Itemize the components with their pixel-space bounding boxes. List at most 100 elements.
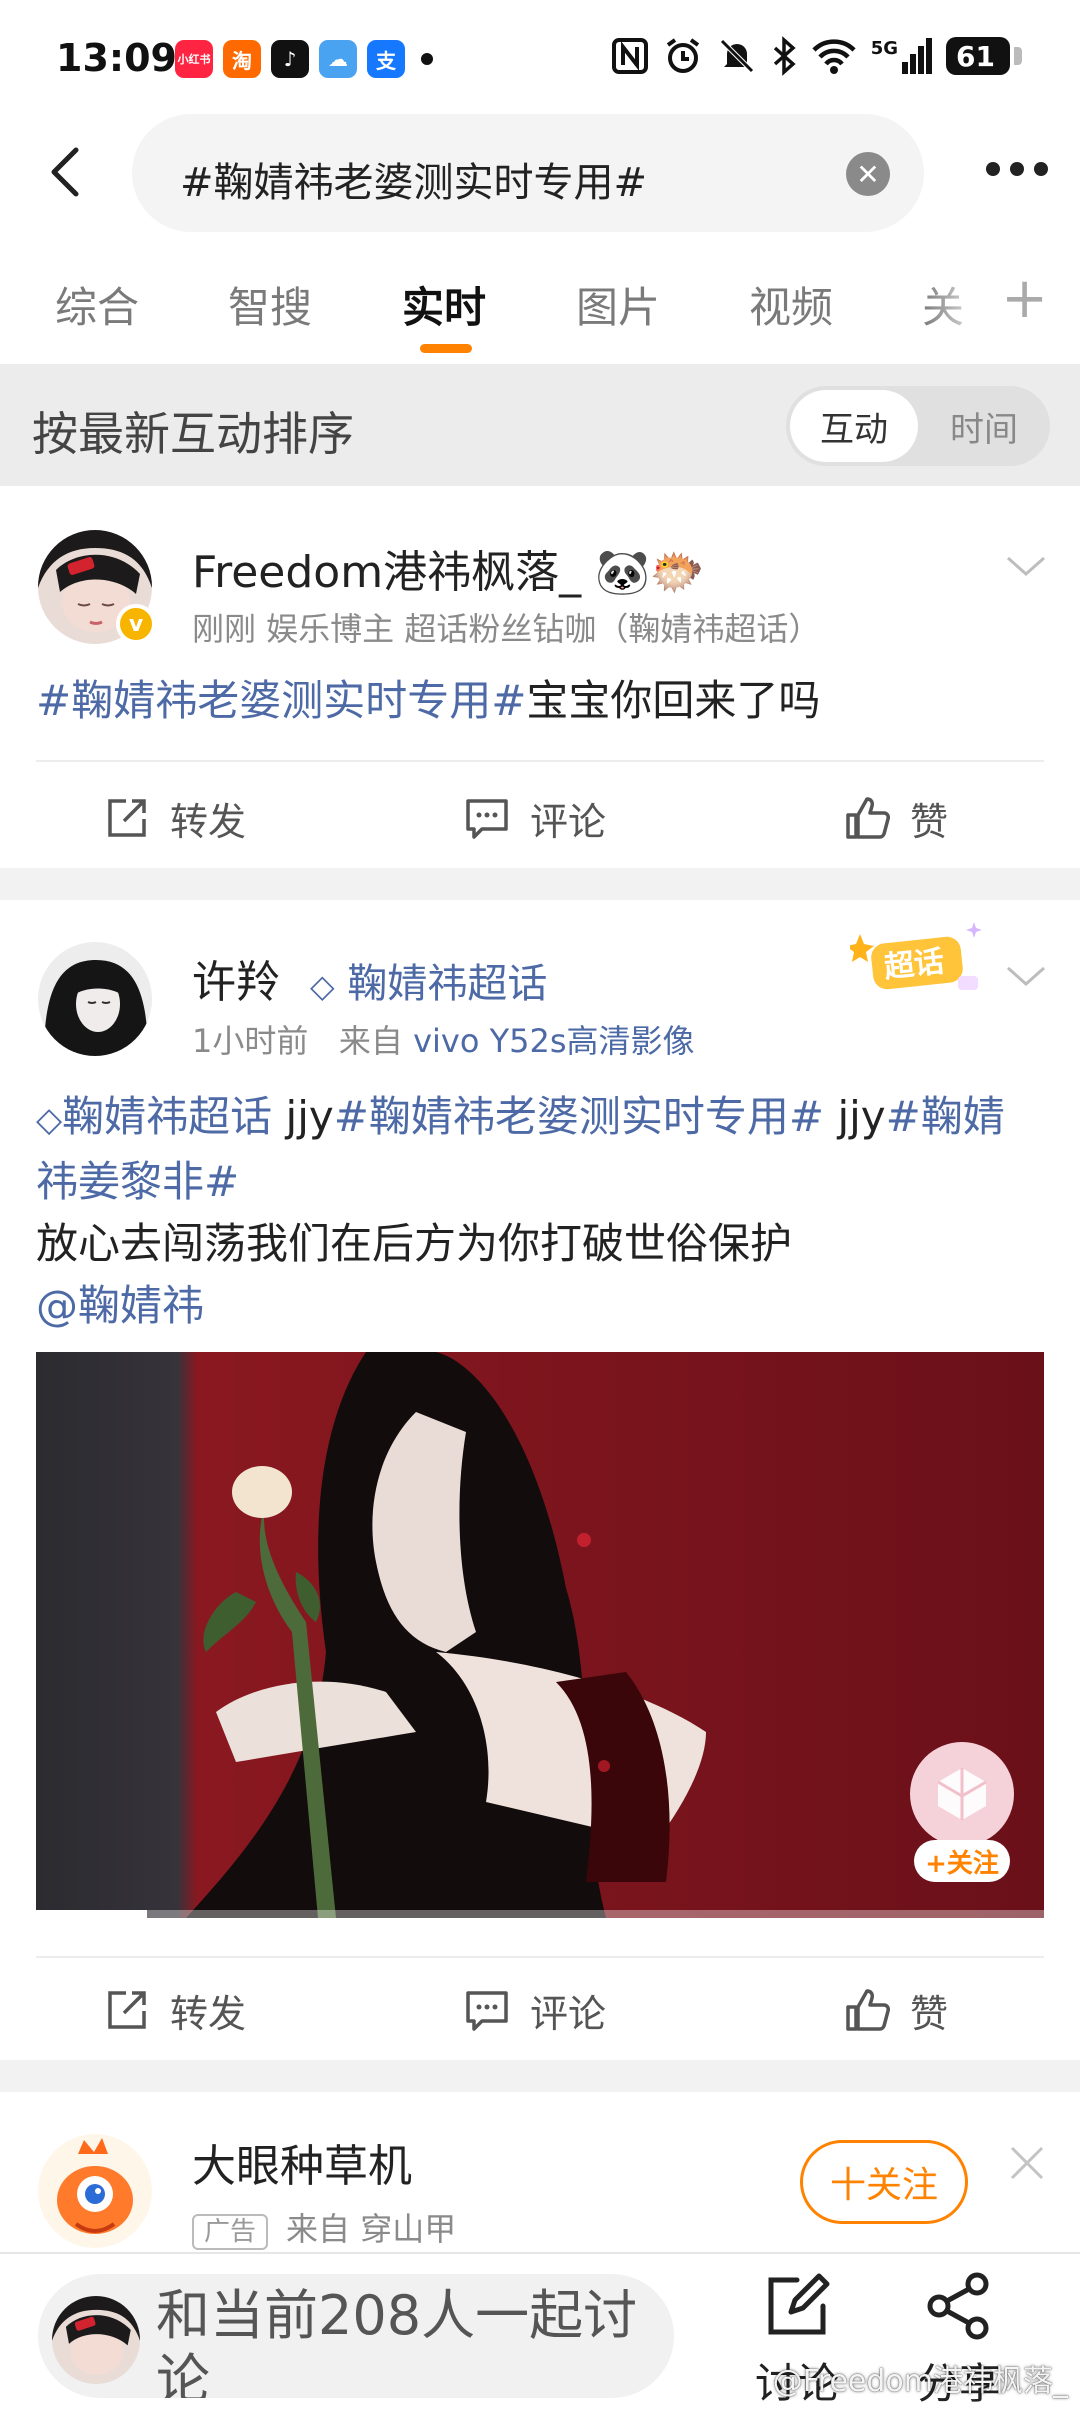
post-author-name[interactable]: Freedom港祎枫落_ 🐼🐡: [192, 536, 705, 600]
watermark: @Freedom港祎枫落_: [772, 2364, 1068, 2399]
super-topic-badge: 超话: [846, 920, 988, 1000]
nfc-icon: [611, 38, 648, 74]
video-thumbnail: [36, 1352, 1044, 1918]
battery-level: 61: [956, 39, 995, 73]
chevron-down-icon[interactable]: [1004, 954, 1048, 998]
hashtag-link[interactable]: #鞠婧祎老婆测实时专用#: [334, 1092, 824, 1141]
wifi-icon: [812, 39, 856, 74]
hashtag-link[interactable]: #鞠婧祎老婆测实时专用#: [36, 676, 526, 725]
comment-button[interactable]: 评论: [464, 768, 606, 868]
chevron-down-icon[interactable]: [1004, 544, 1048, 588]
sort-option-interaction[interactable]: 互动: [790, 390, 918, 462]
post-author-name[interactable]: 许羚 ◇ 鞠婧祎超话: [192, 946, 547, 1010]
back-arrow-icon[interactable]: [38, 142, 98, 202]
clear-icon[interactable]: ✕: [846, 152, 890, 196]
share-icon: [927, 2272, 989, 2340]
signal-icon: 5G: [871, 38, 932, 74]
notification-app-icons: 小红书淘 ♪ ☁ 支: [175, 40, 433, 78]
alarm-icon: [666, 38, 699, 73]
sort-bar: 按最新互动排序 互动 时间: [0, 364, 1080, 486]
avatar: [52, 2296, 140, 2384]
system-icons: 5G 61: [611, 36, 1022, 76]
repost-button[interactable]: 转发: [104, 1960, 246, 2060]
video-player[interactable]: +关注: [36, 1352, 1044, 1918]
follow-button[interactable]: +关注: [914, 1840, 1010, 1882]
sort-label: 按最新互动排序: [32, 407, 354, 461]
repost-button[interactable]: 转发: [104, 768, 246, 868]
tab-videos[interactable]: 视频: [749, 274, 833, 335]
thumbs-up-icon: [846, 797, 890, 839]
search-query[interactable]: #鞠婧祎老婆测实时专用#: [180, 150, 647, 208]
taobao-icon: 淘: [223, 40, 261, 78]
verified-badge-icon: v: [116, 604, 156, 644]
post-card[interactable]: v Freedom港祎枫落_ 🐼🐡 刚刚 娱乐博主 超话粉丝钻咖（鞠婧祎超话） …: [0, 486, 1080, 868]
like-label: 赞: [910, 1991, 949, 2036]
author-emoji: 🐼🐡: [595, 547, 705, 598]
edit-icon: [768, 2273, 830, 2335]
xiaohongshu-icon: 小红书: [175, 40, 213, 78]
close-icon[interactable]: [1008, 2144, 1046, 2182]
post-text-content: 宝宝你回来了吗: [526, 676, 821, 725]
tab-comprehensive[interactable]: 综合: [55, 274, 139, 335]
tab-realtime[interactable]: 实时: [402, 274, 486, 335]
bluetooth-icon: [773, 36, 796, 76]
mention-link[interactable]: @鞠婧祎: [36, 1281, 204, 1330]
tab-bar: 综合 智搜 实时 图片 视频 关 +: [0, 240, 1080, 364]
comment-button[interactable]: 评论: [464, 1960, 606, 2060]
comment-label: 评论: [530, 1991, 607, 2036]
tiktok-icon: ♪: [271, 40, 309, 78]
video-progress-bar[interactable]: [36, 1910, 1044, 1918]
sort-toggle[interactable]: 互动 时间: [786, 386, 1050, 466]
like-button[interactable]: 赞: [844, 768, 948, 868]
alipay-icon: 支: [367, 40, 405, 78]
network-type: 5G: [870, 38, 898, 59]
super-topic-link[interactable]: ◇ 鞠婧祎超话: [310, 961, 547, 1007]
active-tab-indicator: [420, 344, 472, 353]
post-text: #鞠婧祎老婆测实时专用#宝宝你回来了吗: [36, 670, 1046, 732]
avatar[interactable]: [38, 942, 152, 1056]
author-name-text: 许羚: [192, 957, 280, 1008]
discussion-input[interactable]: 和当前208人一起讨论: [38, 2274, 674, 2398]
like-button[interactable]: 赞: [844, 1960, 948, 2060]
discussion-prompt: 和当前208人一起讨论: [156, 2284, 638, 2398]
super-topic-link[interactable]: ◇鞠婧祎超话: [36, 1092, 272, 1141]
ad-author-name[interactable]: 大眼种草机: [192, 2130, 412, 2194]
weather-icon: ☁: [319, 40, 357, 78]
tab-smart-search[interactable]: 智搜: [228, 274, 312, 335]
avatar[interactable]: [38, 2134, 152, 2248]
more-notifications-dot: [421, 53, 433, 65]
svg-text:超话: 超话: [883, 944, 946, 985]
repost-label: 转发: [170, 799, 247, 844]
repost-icon: [108, 799, 146, 837]
comment-icon: [466, 1991, 508, 2031]
post-text-content: 放心去闯荡我们在后方为你打破世俗保护: [36, 1219, 793, 1268]
sort-option-time[interactable]: 时间: [918, 386, 1050, 466]
add-tab-icon[interactable]: +: [1001, 266, 1048, 331]
ad-meta: 广告 来自 穿山甲: [192, 2204, 456, 2250]
repost-label: 转发: [170, 1991, 247, 2036]
post-actions: 转发 评论 赞: [0, 768, 1080, 868]
ad-card[interactable]: 大眼种草机 广告 来自 穿山甲 十关注: [0, 2092, 1080, 2252]
post-source[interactable]: vivo Y52s高清影像: [413, 1022, 694, 1060]
follow-button[interactable]: 十关注: [800, 2140, 968, 2224]
follow-badge[interactable]: +关注: [910, 1742, 1014, 1882]
cube-logo-icon: [910, 1742, 1014, 1846]
post-meta: 刚刚 娱乐博主 超话粉丝钻咖（鞠婧祎超话）: [192, 610, 821, 648]
mute-icon: [719, 39, 754, 73]
search-box[interactable]: #鞠婧祎老婆测实时专用# ✕: [132, 114, 924, 232]
ad-label: 广告: [192, 2214, 269, 2250]
like-label: 赞: [910, 799, 949, 844]
comment-label: 评论: [530, 799, 607, 844]
thumbs-up-icon: [846, 1989, 890, 2031]
more-options-icon[interactable]: [986, 162, 1048, 176]
status-bar: 13:09 小红书淘 ♪ ☁ 支 5G 61: [0, 0, 1080, 120]
post-actions: 转发 评论 赞: [0, 1960, 1080, 2060]
post-text: ◇鞠婧祎超话 jjy#鞠婧祎老婆测实时专用# jjy#鞠婧祎姜黎非# 放心去闯荡…: [36, 1092, 1005, 1330]
repost-icon: [108, 1991, 146, 2029]
battery-indicator: 61: [946, 37, 1022, 75]
post-meta: 1小时前 来自 vivo Y52s高清影像: [192, 1022, 695, 1060]
tab-images[interactable]: 图片: [576, 274, 660, 335]
diamond-icon: ◇: [310, 967, 335, 1005]
post-card[interactable]: 许羚 ◇ 鞠婧祎超话 1小时前 来自 vivo Y52s高清影像 超话 ◇鞠婧祎…: [0, 900, 1080, 2060]
search-header: #鞠婧祎老婆测实时专用# ✕: [0, 110, 1080, 240]
